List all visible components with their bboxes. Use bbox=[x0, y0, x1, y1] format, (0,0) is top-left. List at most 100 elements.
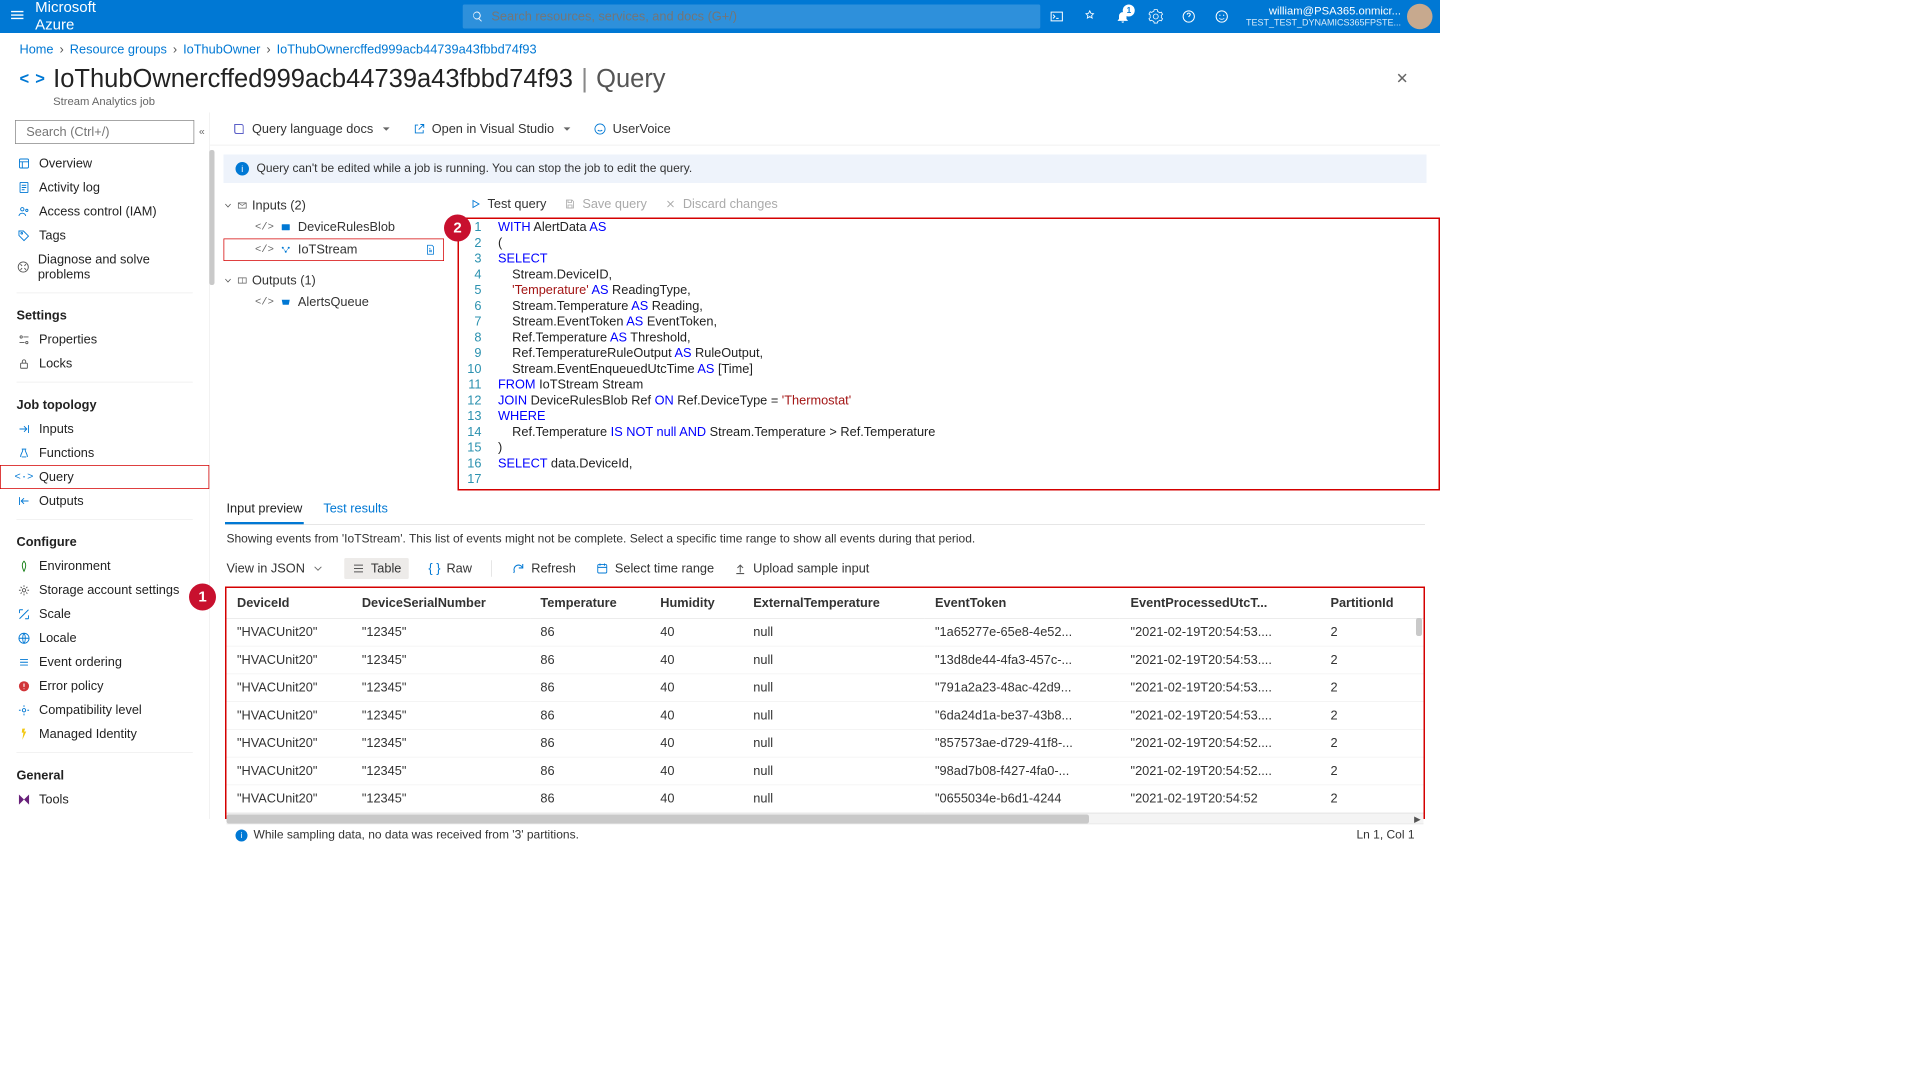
sidebar-item[interactable]: Managed Identity bbox=[0, 722, 209, 746]
list-icon bbox=[351, 562, 365, 576]
sidebar-item[interactable]: Locale bbox=[0, 626, 209, 650]
h-scrollbar[interactable]: ▶ bbox=[227, 813, 1424, 824]
page-section: Query bbox=[596, 65, 665, 94]
table-header[interactable]: DeviceId bbox=[227, 588, 352, 618]
scrollbar-thumb[interactable] bbox=[209, 150, 214, 285]
hamburger-icon[interactable] bbox=[9, 6, 26, 26]
table-header[interactable]: DeviceSerialNumber bbox=[351, 588, 530, 618]
sidebar-item[interactable]: Event ordering bbox=[0, 650, 209, 674]
results-tabs: Input preview Test results bbox=[225, 495, 1425, 525]
sidebar-item-label: Locale bbox=[39, 631, 77, 646]
chevron-down-icon bbox=[224, 201, 233, 210]
cloud-shell-icon[interactable] bbox=[1040, 0, 1073, 33]
open-in-vs-link[interactable]: Open in Visual Studio bbox=[412, 121, 573, 136]
results-note: Showing events from 'IoTStream'. This li… bbox=[225, 525, 1425, 554]
sidebar-search[interactable] bbox=[15, 120, 194, 144]
sidebar-item[interactable]: Activity log bbox=[0, 176, 209, 200]
sidebar-item[interactable]: Functions bbox=[0, 441, 209, 465]
table-row[interactable]: "HVACUnit20""12345"8640null"13d8de44-4fa… bbox=[227, 646, 1424, 674]
code-editor[interactable]: 1234567891011121314151617 WITH AlertData… bbox=[459, 219, 1439, 489]
calendar-icon bbox=[595, 562, 609, 576]
sidebar-item[interactable]: Error policy bbox=[0, 674, 209, 698]
table-row[interactable]: "HVACUnit20""12345"8640null"6da24d1a-be3… bbox=[227, 702, 1424, 730]
sidebar-item[interactable]: Tools bbox=[0, 788, 209, 812]
table-header[interactable]: EventToken bbox=[925, 588, 1121, 618]
play-icon bbox=[470, 198, 482, 210]
breadcrumb-item[interactable]: Resource groups bbox=[70, 42, 167, 57]
table-header[interactable]: ExternalTemperature bbox=[743, 588, 925, 618]
global-search-input[interactable] bbox=[491, 9, 1031, 24]
settings-icon[interactable] bbox=[1139, 0, 1172, 33]
scrollbar-thumb[interactable] bbox=[1416, 618, 1422, 636]
sidebar-item[interactable]: Overview bbox=[0, 152, 209, 176]
upload-icon bbox=[734, 562, 748, 576]
sidebar-item-icon bbox=[17, 607, 32, 622]
sidebar-item-icon bbox=[17, 446, 32, 461]
close-icon[interactable]: ✕ bbox=[1396, 69, 1409, 88]
inputs-header[interactable]: Inputs (2) bbox=[224, 195, 445, 216]
tab-test-results[interactable]: Test results bbox=[322, 495, 389, 524]
upload-sample-input[interactable]: Upload sample input bbox=[734, 561, 870, 576]
outputs-header[interactable]: Outputs (1) bbox=[224, 270, 445, 291]
refresh-icon bbox=[512, 562, 526, 576]
sidebar-item-label: Diagnose and solve problems bbox=[38, 252, 193, 282]
user-account[interactable]: william@PSA365.onmicr... TEST_TEST_DYNAM… bbox=[1238, 0, 1440, 33]
table-row[interactable]: "HVACUnit20""12345"8640null"1a65277e-65e… bbox=[227, 618, 1424, 646]
table-row[interactable]: "HVACUnit20""12345"8640null"791a2a23-48a… bbox=[227, 674, 1424, 702]
sidebar-item[interactable]: Inputs bbox=[0, 417, 209, 441]
sidebar-search-input[interactable] bbox=[26, 125, 192, 140]
table-row[interactable]: "HVACUnit20""12345"8640null"0655034e-b6d… bbox=[227, 785, 1424, 813]
query-docs-link[interactable]: Query language docs bbox=[233, 121, 393, 136]
refresh-button[interactable]: Refresh bbox=[512, 561, 576, 576]
user-tenant: TEST_TEST_DYNAMICS365FPSTE... bbox=[1246, 18, 1401, 28]
input-item[interactable]: </>IoTStream bbox=[224, 239, 445, 262]
smiley-icon bbox=[593, 122, 607, 136]
notif-badge: 1 bbox=[1123, 5, 1135, 17]
output-group-icon bbox=[237, 275, 248, 286]
sidebar-item[interactable]: Storage account settings bbox=[0, 578, 209, 602]
select-time-range[interactable]: Select time range bbox=[595, 561, 714, 576]
save-icon bbox=[564, 198, 576, 210]
global-search[interactable] bbox=[463, 5, 1041, 29]
input-item[interactable]: </>DeviceRulesBlob bbox=[224, 216, 445, 239]
tab-input-preview[interactable]: Input preview bbox=[225, 495, 304, 524]
page-subtitle: Stream Analytics job bbox=[53, 95, 665, 108]
breadcrumb-item[interactable]: IoThubOwnercffed999acb44739a43fbbd74f93 bbox=[277, 42, 537, 57]
table-header[interactable]: EventProcessedUtcT... bbox=[1120, 588, 1320, 618]
table-header[interactable]: PartitionId bbox=[1320, 588, 1424, 618]
results-table-region: 1 DeviceIdDeviceSerialNumberTemperatureH… bbox=[225, 587, 1425, 820]
sidebar: « Overview Activity logAccess control (IA… bbox=[0, 113, 210, 820]
sidebar-item-label: Tags bbox=[39, 228, 66, 243]
breadcrumb-item[interactable]: IoThubOwner bbox=[183, 42, 260, 57]
sidebar-item[interactable]: Scale bbox=[0, 602, 209, 626]
breadcrumb-item[interactable]: Home bbox=[20, 42, 54, 57]
table-header[interactable]: Humidity bbox=[650, 588, 743, 618]
table-row[interactable]: "HVACUnit20""12345"8640null"857573ae-d72… bbox=[227, 729, 1424, 757]
sidebar-item[interactable]: Tags bbox=[0, 224, 209, 248]
notifications-icon[interactable]: 1 bbox=[1106, 0, 1139, 33]
directories-icon[interactable] bbox=[1073, 0, 1106, 33]
sidebar-item[interactable]: Diagnose and solve problems bbox=[0, 248, 209, 287]
sidebar-item[interactable]: Properties bbox=[0, 328, 209, 352]
uservoice-link[interactable]: UserVoice bbox=[593, 121, 671, 136]
view-table[interactable]: Table bbox=[344, 558, 409, 579]
feedback-icon[interactable] bbox=[1205, 0, 1238, 33]
sidebar-item-label: Overview bbox=[39, 156, 92, 171]
sidebar-item[interactable]: Environment bbox=[0, 554, 209, 578]
view-json[interactable]: View in JSON bbox=[227, 561, 325, 576]
sidebar-item[interactable]: Locks bbox=[0, 352, 209, 376]
table-row[interactable]: "HVACUnit20""12345"8640null"98ad7b08-f42… bbox=[227, 757, 1424, 785]
sidebar-item[interactable]: Outputs bbox=[0, 489, 209, 513]
sidebar-item-icon bbox=[17, 204, 32, 219]
sidebar-item[interactable]: <·>Query bbox=[0, 465, 209, 489]
output-item[interactable]: </>AlertsQueue bbox=[224, 291, 445, 314]
sidebar-item[interactable]: Compatibility level bbox=[0, 698, 209, 722]
table-header[interactable]: Temperature bbox=[530, 588, 650, 618]
sidebar-item-label: Environment bbox=[39, 559, 111, 574]
view-raw[interactable]: { }Raw bbox=[428, 561, 472, 576]
sidebar-item-icon bbox=[17, 332, 32, 347]
help-icon[interactable] bbox=[1172, 0, 1205, 33]
sidebar-item[interactable]: Access control (IAM) bbox=[0, 200, 209, 224]
test-query-button[interactable]: Test query bbox=[470, 197, 547, 212]
collapse-sidebar-icon[interactable]: « bbox=[199, 125, 205, 137]
